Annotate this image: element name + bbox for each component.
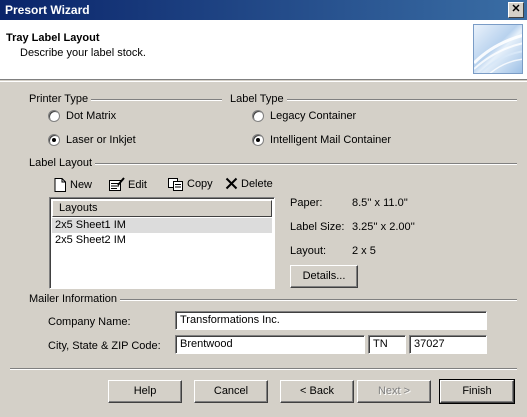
layout-label: Layout: xyxy=(290,245,327,257)
help-button[interactable]: Help xyxy=(108,380,182,403)
radio-intelligent-mail-container[interactable] xyxy=(252,134,264,146)
label-size-label: Label Size: xyxy=(290,221,345,233)
mailer-information-label: Mailer Information xyxy=(29,293,121,305)
dot-matrix-label[interactable]: Dot Matrix xyxy=(66,110,116,122)
footer-divider xyxy=(10,368,517,370)
city-state-zip-label: City, State & ZIP Code: xyxy=(48,340,161,352)
list-item[interactable]: 2x5 Sheet2 IM xyxy=(52,233,272,248)
details-button[interactable]: Details... xyxy=(290,265,358,288)
city-field[interactable]: Brentwood xyxy=(175,335,365,354)
list-item[interactable]: 2x5 Sheet1 IM xyxy=(52,218,272,233)
new-document-icon xyxy=(54,178,66,192)
header-divider xyxy=(0,81,527,82)
label-layout-divider xyxy=(30,163,517,165)
layout-value: 2 x 5 xyxy=(352,245,376,257)
delete-x-icon xyxy=(225,177,238,190)
window-title: Presort Wizard xyxy=(5,3,90,17)
copy-layout-button[interactable]: Copy xyxy=(167,177,213,191)
page-subtitle: Describe your label stock. xyxy=(20,47,146,59)
intelligent-mail-container-label[interactable]: Intelligent Mail Container xyxy=(270,134,391,146)
label-layout-label: Label Layout xyxy=(29,157,95,169)
delete-layout-button[interactable]: Delete xyxy=(225,177,273,190)
close-icon: ✕ xyxy=(511,3,521,15)
company-name-label: Company Name: xyxy=(48,316,131,328)
layouts-list[interactable]: Layouts 2x5 Sheet1 IM 2x5 Sheet2 IM xyxy=(49,197,275,289)
zip-field[interactable]: 37027 xyxy=(409,335,487,354)
new-label: New xyxy=(70,179,93,191)
title-bar: Presort Wizard ✕ xyxy=(0,0,527,20)
wizard-header: Tray Label Layout Describe your label st… xyxy=(0,20,527,80)
layouts-column-header[interactable]: Layouts xyxy=(52,200,272,217)
printer-type-label: Printer Type xyxy=(29,93,92,105)
edit-label: Edit xyxy=(128,178,147,191)
page-title: Tray Label Layout xyxy=(6,32,100,44)
label-size-value: 3.25'' x 2.00'' xyxy=(352,221,415,233)
company-name-field[interactable]: Transformations Inc. xyxy=(175,311,487,330)
legacy-container-label[interactable]: Legacy Container xyxy=(270,110,356,122)
radio-legacy-container[interactable] xyxy=(252,110,264,122)
copy-icon xyxy=(168,178,183,191)
next-button[interactable]: Next > xyxy=(357,380,431,403)
radio-dot-matrix[interactable] xyxy=(48,110,60,122)
wizard-logo-icon xyxy=(473,24,523,74)
state-field[interactable]: TN xyxy=(368,335,406,354)
radio-laser-inkjet[interactable] xyxy=(48,134,60,146)
edit-layout-button[interactable]: Edit xyxy=(108,177,147,192)
copy-label: Copy xyxy=(187,178,213,190)
paper-value: 8.5'' x 11.0'' xyxy=(352,197,408,209)
new-layout-button[interactable]: New xyxy=(54,178,92,192)
delete-label: Delete xyxy=(241,177,273,190)
close-button[interactable]: ✕ xyxy=(508,2,524,18)
laser-inkjet-label[interactable]: Laser or Inkjet xyxy=(66,134,136,146)
edit-icon xyxy=(109,177,125,191)
label-type-label: Label Type xyxy=(230,93,287,105)
finish-button[interactable]: Finish xyxy=(439,379,515,404)
cancel-button[interactable]: Cancel xyxy=(194,380,268,403)
paper-label: Paper: xyxy=(290,197,323,209)
back-button[interactable]: < Back xyxy=(280,380,354,403)
